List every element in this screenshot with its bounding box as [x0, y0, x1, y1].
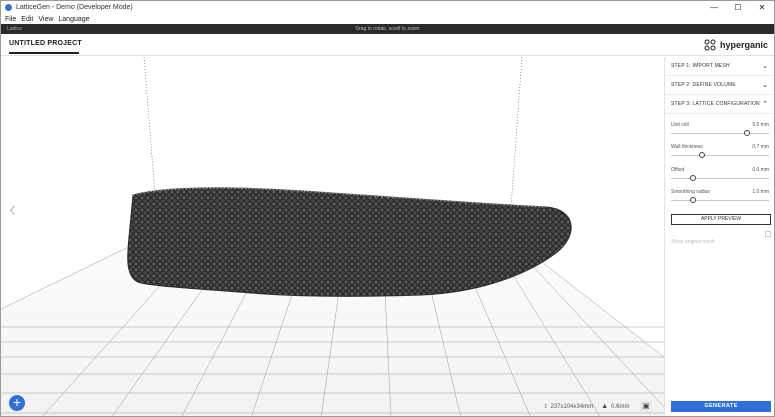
- minimize-button[interactable]: —: [702, 1, 726, 14]
- 3d-viewport[interactable]: ‹ + ↕ 237x104x34mm ▲ 0.6mm ▣: [1, 57, 664, 417]
- menu-bar: File Edit View Language: [1, 14, 774, 24]
- export-icon[interactable]: ▣: [640, 401, 652, 412]
- slider-track[interactable]: [671, 178, 769, 179]
- param-label: Unit cell: [671, 122, 689, 128]
- slider-thumb[interactable]: [699, 152, 706, 158]
- chevron-down-icon: ⌄: [762, 63, 768, 70]
- close-button[interactable]: ✕: [750, 1, 774, 14]
- app-window: LatticeGen - Demo (Developer Mode) — ☐ ✕…: [0, 0, 775, 417]
- chevron-up-icon: ⌃: [762, 101, 768, 108]
- param-smoothing-radius: Smoothing radius 1.0 mm: [671, 189, 769, 209]
- toggle-label: Show original mesh: [671, 239, 715, 245]
- layer-value: 0.6mm: [611, 403, 630, 410]
- param-offset: Offset 0.0 mm: [671, 167, 769, 187]
- param-value: 5.0 mm: [752, 122, 769, 128]
- project-header: UNTITLED PROJECT hyperganic: [1, 34, 774, 56]
- chevron-down-icon: ⌄: [762, 82, 768, 89]
- title-bar: LatticeGen - Demo (Developer Mode) — ☐ ✕: [1, 1, 774, 14]
- param-value: 0.7 mm: [752, 144, 769, 150]
- param-label: Wall thickness: [671, 144, 703, 150]
- step-lattice-configuration[interactable]: STEP 3: LATTICE CONFIGURATION ⌃: [665, 95, 774, 114]
- menu-view[interactable]: View: [38, 16, 53, 23]
- model-dimensions: ↕ 237x104x34mm ▲ 0.6mm: [544, 403, 637, 410]
- menu-edit[interactable]: Edit: [21, 16, 33, 23]
- ruler-icon: ↕: [544, 403, 548, 410]
- step-label: STEP 2: DEFINE VOLUME: [671, 82, 736, 88]
- slider-track[interactable]: [671, 133, 769, 134]
- window-controls: — ☐ ✕: [702, 1, 774, 14]
- step-define-volume[interactable]: STEP 2: DEFINE VOLUME ⌄: [665, 76, 774, 95]
- step-import-mesh[interactable]: STEP 1: IMPORT MESH ⌄: [665, 57, 774, 76]
- project-tab[interactable]: UNTITLED PROJECT: [9, 40, 82, 47]
- viewport-scene[interactable]: [1, 57, 664, 417]
- menu-file[interactable]: File: [5, 16, 16, 23]
- step-label: STEP 3: LATTICE CONFIGURATION: [671, 101, 760, 107]
- dimensions-value: 237x104x34mm: [550, 403, 594, 410]
- hyperganic-logo-icon: [704, 39, 716, 51]
- settings-panel: STEP 1: IMPORT MESH ⌄ STEP 2: DEFINE VOL…: [664, 57, 774, 416]
- build-volume-edge-right: [510, 57, 523, 208]
- param-unit-cell: Unit cell 5.0 mm: [671, 122, 769, 142]
- app-icon: [5, 4, 12, 11]
- slider-track[interactable]: [671, 155, 769, 156]
- param-label: Offset: [671, 167, 685, 173]
- apply-preview-button[interactable]: APPLY PREVIEW: [671, 214, 771, 225]
- maximize-button[interactable]: ☐: [726, 1, 750, 14]
- param-wall-thickness: Wall thickness 0.7 mm: [671, 144, 769, 164]
- build-volume-edge-left: [143, 57, 157, 208]
- brand-name: hyperganic: [719, 40, 768, 50]
- step-label: STEP 1: IMPORT MESH: [671, 63, 730, 69]
- param-value: 0.0 mm: [752, 167, 769, 173]
- window-title: LatticeGen - Demo (Developer Mode): [16, 4, 133, 11]
- toggle-checkbox[interactable]: [765, 231, 771, 237]
- toolbar-hint: Drag to rotate, scroll to zoom: [355, 26, 420, 32]
- brand: hyperganic: [704, 39, 768, 51]
- param-value: 1.0 mm: [752, 189, 769, 195]
- slider-thumb[interactable]: [689, 175, 696, 181]
- generate-button[interactable]: GENERATE: [671, 401, 771, 412]
- viewport-toolbar: Lattice Drag to rotate, scroll to zoom: [1, 24, 774, 34]
- menu-language[interactable]: Language: [58, 16, 89, 23]
- show-original-toggle[interactable]: Show original mesh: [671, 230, 771, 245]
- slider-thumb[interactable]: [744, 130, 751, 136]
- layers-icon: ▲: [601, 403, 609, 410]
- chevron-left-icon[interactable]: ‹: [9, 197, 25, 221]
- project-tab-indicator: [9, 52, 79, 54]
- param-label: Smoothing radius: [671, 189, 710, 195]
- slider-track[interactable]: [671, 200, 769, 201]
- slider-thumb[interactable]: [689, 197, 696, 203]
- add-button[interactable]: +: [9, 395, 25, 411]
